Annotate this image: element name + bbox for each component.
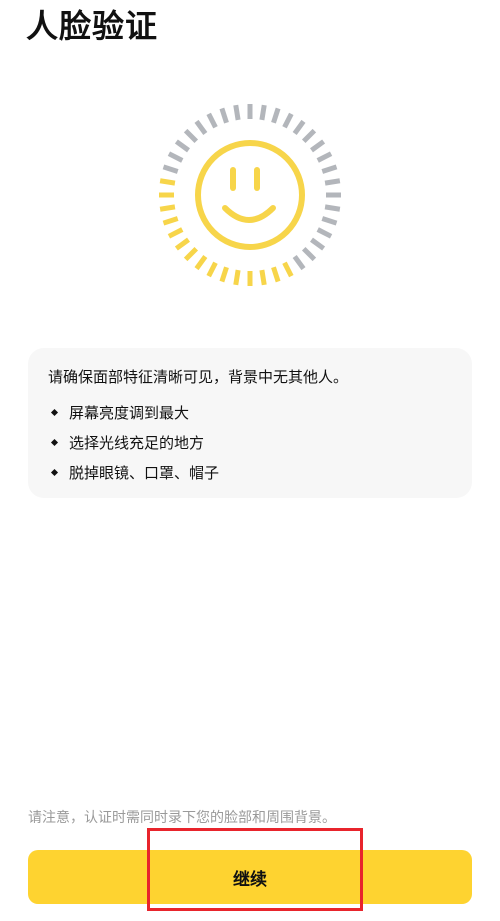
scan-tick <box>292 119 306 135</box>
diamond-bullet-icon <box>50 468 59 476</box>
tips-list: 屏幕亮度调到最大 选择光线充足的地方 脱掉眼镜、口罩、帽子 <box>48 397 219 487</box>
scan-progress-ring <box>159 104 341 286</box>
continue-button[interactable]: 继续 <box>28 850 472 904</box>
scan-tick <box>301 128 317 144</box>
scan-tick <box>321 164 338 174</box>
page-title: 人脸验证 <box>26 7 159 45</box>
scan-tick <box>316 227 333 239</box>
scan-tick <box>259 269 267 286</box>
diamond-bullet-icon <box>50 408 59 416</box>
scan-tick <box>162 216 179 226</box>
scan-tick <box>324 178 341 186</box>
scan-tick <box>183 128 199 144</box>
scan-tick <box>324 204 341 212</box>
scan-tick <box>167 227 184 239</box>
scan-tick <box>259 104 267 121</box>
face-outline <box>195 140 305 250</box>
recording-notice: 请注意，认证时需同时录下您的脸部和周围背景。 <box>28 810 336 826</box>
scan-tick <box>194 255 208 271</box>
face-verification-screen: 人脸验证 请确保面部特征清晰可见，背景中无其他人。 屏幕亮度调到最大 选择光线充… <box>0 0 500 921</box>
tips-card: 请确保面部特征清晰可见，背景中无其他人。 屏幕亮度调到最大 选择光线充足的地方 … <box>28 348 472 498</box>
tips-item-label: 选择光线充足的地方 <box>69 433 205 452</box>
tips-item-label: 屏幕亮度调到最大 <box>69 403 190 422</box>
scan-tick <box>219 266 229 283</box>
scan-tick <box>301 246 317 262</box>
scan-tick <box>174 237 190 251</box>
scan-tick <box>310 139 326 153</box>
face-smile <box>222 205 276 223</box>
scan-tick <box>271 107 281 124</box>
scan-tick <box>310 237 326 251</box>
scan-tick <box>219 107 229 124</box>
scan-tick <box>271 266 281 283</box>
tips-item: 选择光线充足的地方 <box>48 427 219 457</box>
scan-tick <box>321 216 338 226</box>
scan-tick <box>282 261 294 278</box>
scan-tick <box>167 151 184 163</box>
diamond-bullet-icon <box>50 438 59 446</box>
scan-tick <box>194 119 208 135</box>
scan-tick <box>233 104 241 121</box>
scan-tick <box>206 112 218 129</box>
scan-tick <box>159 178 176 186</box>
tips-item: 脱掉眼镜、口罩、帽子 <box>48 457 219 487</box>
scan-tick <box>162 164 179 174</box>
scan-tick <box>159 204 176 212</box>
scan-tick <box>316 151 333 163</box>
scan-tick <box>292 255 306 271</box>
scan-tick <box>183 246 199 262</box>
tips-item: 屏幕亮度调到最大 <box>48 397 219 427</box>
scan-tick <box>282 112 294 129</box>
tips-heading: 请确保面部特征清晰可见，背景中无其他人。 <box>48 368 349 386</box>
scan-tick <box>206 261 218 278</box>
tips-item-label: 脱掉眼镜、口罩、帽子 <box>69 463 220 482</box>
face-scan-graphic <box>145 90 355 300</box>
scan-tick <box>233 269 241 286</box>
smiley-face-icon <box>159 104 341 286</box>
scan-tick <box>174 139 190 153</box>
